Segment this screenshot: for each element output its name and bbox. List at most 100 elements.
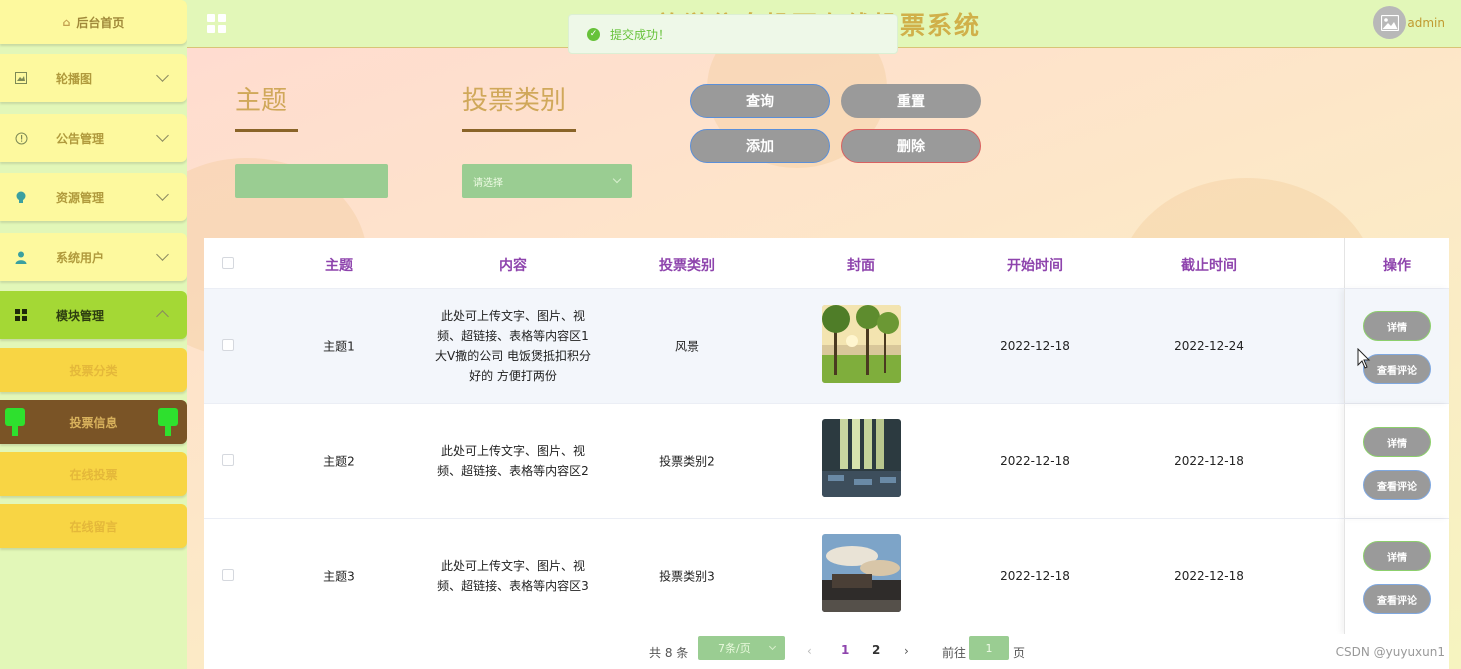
cell-start-time: 2022-12-18 (1000, 454, 1070, 468)
vote-info-table: 主题 内容 投票类别 封面 开始时间 截止时间 操作 主题1 此处可上传文字、图… (204, 238, 1449, 635)
category-select-placeholder: 请选择 (473, 177, 503, 189)
query-button[interactable]: 查询 (690, 84, 830, 118)
ops-cell: 详情 查看评论 (1344, 404, 1449, 518)
page-number-1[interactable]: 1 (841, 643, 849, 657)
add-button[interactable]: 添加 (690, 129, 830, 163)
cell-subject: 主题2 (323, 454, 355, 469)
cover-image[interactable] (822, 419, 901, 497)
sidebar-item-carousel[interactable]: 轮播图 (0, 54, 187, 102)
ops-cell: 详情 查看评论 (1344, 519, 1449, 634)
submenu-item-online-vote[interactable]: 在线投票 (0, 452, 187, 496)
detail-button[interactable]: 详情 (1363, 427, 1431, 457)
page-size-value: 7条/页 (718, 642, 751, 655)
row-checkbox[interactable] (222, 454, 234, 466)
username[interactable]: admin (1407, 16, 1445, 30)
tree-icon (4, 408, 26, 436)
sidebar-item-label: 轮播图 (56, 71, 93, 86)
page-number-2[interactable]: 2 (872, 643, 880, 657)
tree-icon (157, 408, 179, 436)
table-header: 主题 内容 投票类别 封面 开始时间 截止时间 操作 (204, 238, 1449, 289)
main-content: 主题 投票类别 请选择 查询 重置 添加 删除 主题 内容 投票类别 封面 开始… (187, 48, 1461, 669)
alert-icon (14, 131, 28, 145)
sidebar-item-notice[interactable]: 公告管理 (0, 114, 187, 162)
sidebar-home[interactable]: ⌂ 后台首页 (0, 0, 187, 44)
cell-content: 此处可上传文字、图片、视频、超链接、表格等内容区3 (437, 559, 589, 593)
submenu-item-label: 在线投票 (69, 467, 118, 482)
image-placeholder-icon (1380, 14, 1399, 31)
view-comments-button[interactable]: 查看评论 (1363, 584, 1431, 614)
cell-subject: 主题3 (323, 569, 355, 584)
subject-input[interactable] (235, 164, 388, 198)
cell-end-time: 2022-12-18 (1174, 454, 1244, 468)
sidebar-item-label: 公告管理 (56, 131, 105, 146)
cell-start-time: 2022-12-18 (1000, 339, 1070, 353)
category-select[interactable]: 请选择 (462, 164, 632, 198)
category-label: 投票类别 (462, 86, 567, 116)
goto-suffix: 页 (1013, 646, 1026, 660)
chevron-down-icon (156, 248, 169, 261)
cell-end-time: 2022-12-18 (1174, 569, 1244, 583)
image-icon (14, 71, 28, 85)
sidebar-item-label: 模块管理 (56, 308, 105, 323)
ops-header-cell: 操作 (1344, 238, 1449, 288)
sidebar: ⌂ 后台首页 轮播图 公告管理 资源管理 系统用户 模块管理 投票分类 投票信息… (0, 0, 187, 669)
ops-cell: 详情 查看评论 (1344, 289, 1449, 403)
submenu-item-online-message[interactable]: 在线留言 (0, 504, 187, 548)
sidebar-item-label: 系统用户 (56, 250, 105, 265)
cell-category: 风景 (674, 339, 700, 354)
chevron-down-icon (156, 129, 169, 142)
grid-icon (14, 308, 28, 322)
column-header-content: 内容 (499, 258, 527, 274)
sidebar-item-modules[interactable]: 模块管理 (0, 291, 187, 339)
cover-image[interactable] (822, 534, 901, 612)
row-checkbox[interactable] (222, 339, 234, 351)
delete-button[interactable]: 删除 (841, 129, 981, 163)
avatar[interactable] (1373, 6, 1406, 39)
submenu-item-label: 在线留言 (69, 519, 118, 534)
cell-subject: 主题1 (323, 339, 355, 354)
home-icon: ⌂ (62, 15, 71, 29)
page-size-select[interactable]: 7条/页 (698, 636, 785, 660)
toast-message: 提交成功！ (610, 27, 671, 42)
view-comments-button[interactable]: 查看评论 (1363, 470, 1431, 500)
column-header-start: 开始时间 (1007, 258, 1063, 274)
view-comments-button[interactable]: 查看评论 (1363, 354, 1431, 384)
column-header-category: 投票类别 (659, 258, 715, 274)
chevron-down-icon (156, 69, 169, 82)
submenu-item-vote-category[interactable]: 投票分类 (0, 348, 187, 392)
cell-category: 投票类别2 (659, 454, 715, 469)
table-row: 主题3 此处可上传文字、图片、视频、超链接、表格等内容区3 投票类别3 2022… (204, 519, 1449, 635)
row-checkbox[interactable] (222, 569, 234, 581)
detail-button[interactable]: 详情 (1363, 311, 1431, 341)
pagination-total: 共 8 条 (649, 646, 689, 660)
chevron-down-icon (612, 174, 622, 184)
cell-content: 此处可上传文字、图片、视频、超链接、表格等内容区1 大V撒的公司 电饭煲抵扣积分… (434, 309, 592, 383)
column-header-cover: 封面 (847, 258, 875, 274)
submenu-item-label: 投票分类 (69, 363, 118, 378)
prev-page-icon[interactable]: ‹ (807, 644, 812, 658)
check-icon: ✓ (587, 27, 600, 41)
pagination: 共 8 条 7条/页 ‹ 1 2 › 前往 1 页 (204, 634, 1449, 669)
submenu-item-vote-info[interactable]: 投票信息 (0, 400, 187, 444)
cell-category: 投票类别3 (659, 569, 715, 584)
next-page-icon[interactable]: › (904, 644, 909, 658)
cell-end-time: 2022-12-24 (1174, 339, 1244, 353)
success-toast: ✓ 提交成功！ (568, 14, 898, 54)
goto-page-input[interactable]: 1 (969, 636, 1009, 660)
mouse-cursor-icon (1357, 348, 1371, 369)
sidebar-item-resources[interactable]: 资源管理 (0, 173, 187, 221)
chevron-down-icon (156, 188, 169, 201)
goto-prefix: 前往 (942, 646, 967, 660)
menu-toggle-icon[interactable] (207, 14, 226, 33)
column-header-subject: 主题 (325, 258, 353, 274)
column-header-end: 截止时间 (1181, 258, 1237, 274)
cover-image[interactable] (822, 305, 901, 383)
chevron-down-icon (768, 642, 777, 651)
category-underline (462, 129, 576, 132)
sidebar-item-users[interactable]: 系统用户 (0, 233, 187, 281)
chevron-up-icon (156, 310, 169, 323)
select-all-checkbox[interactable] (222, 257, 234, 269)
reset-button[interactable]: 重置 (841, 84, 981, 118)
detail-button[interactable]: 详情 (1363, 541, 1431, 571)
watermark: CSDN @yuyuxun1 (1335, 645, 1445, 659)
